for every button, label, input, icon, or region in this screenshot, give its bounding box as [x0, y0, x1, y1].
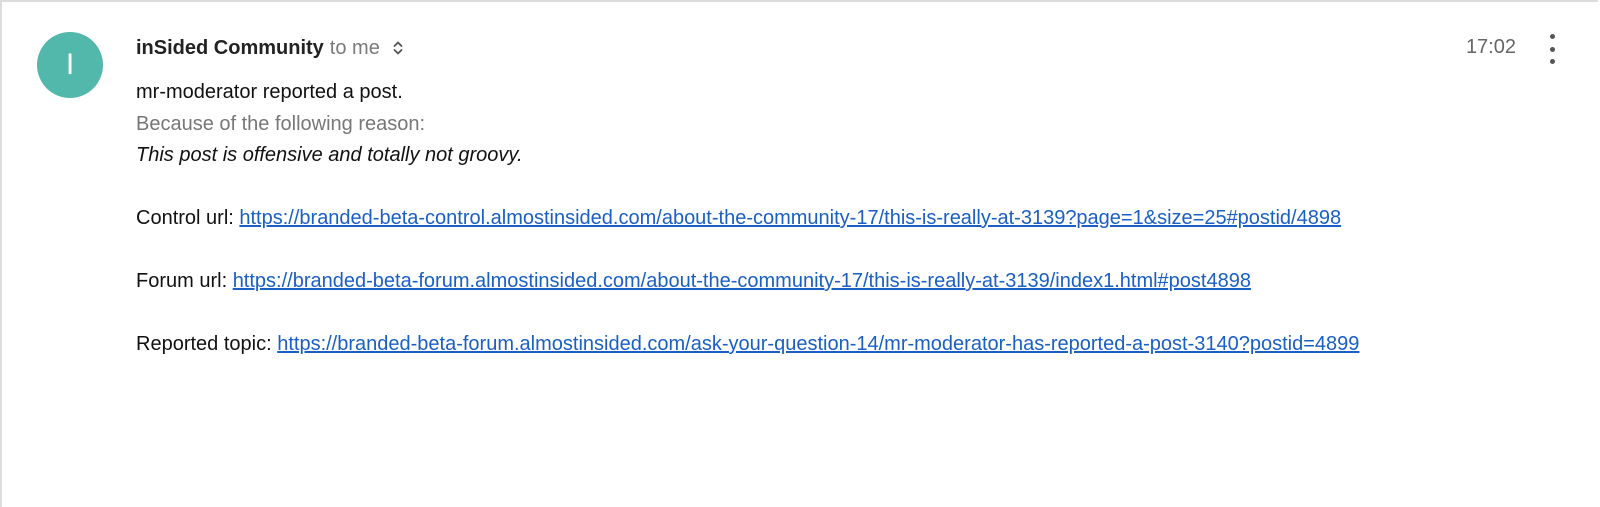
control-url-line: Control url: https://branded-beta-contro… — [136, 203, 1536, 235]
avatar-letter: I — [65, 48, 75, 81]
report-summary: mr-moderator reported a post. — [136, 81, 403, 103]
forum-url-label: Forum url: — [136, 270, 228, 292]
email-message-panel: I inSided Community to me 17:02 mr-moder… — [0, 0, 1598, 507]
menu-dot — [1549, 59, 1555, 64]
email-header: inSided Community to me — [136, 36, 404, 60]
forum-url-line: Forum url: https://branded-beta-forum.al… — [136, 266, 1536, 298]
sender-name[interactable]: inSided Community — [136, 37, 324, 60]
control-url-link[interactable]: https://branded-beta-control.almostinsid… — [239, 207, 1341, 229]
chevron-up-down-icon[interactable] — [392, 39, 404, 57]
forum-url-link[interactable]: https://branded-beta-forum.almostinsided… — [233, 270, 1251, 292]
reason-heading: Because of the following reason: — [136, 112, 426, 135]
email-body: mr-moderator reported a post. Because of… — [136, 77, 1536, 361]
control-url-label: Control url: — [136, 207, 234, 229]
email-timestamp: 17:02 — [1465, 36, 1516, 58]
menu-dot — [1549, 46, 1555, 52]
reported-topic-link[interactable]: https://branded-beta-forum.almostinsided… — [277, 333, 1359, 355]
sender-avatar: I — [37, 32, 103, 98]
reported-topic-label: Reported topic: — [136, 333, 272, 355]
more-vertical-icon[interactable] — [1544, 34, 1560, 64]
reason-text: This post is offensive and totally not g… — [136, 144, 523, 166]
reported-topic-line: Reported topic: https://branded-beta-for… — [136, 329, 1536, 361]
recipient-label: to me — [329, 36, 380, 59]
menu-dot — [1549, 34, 1555, 39]
